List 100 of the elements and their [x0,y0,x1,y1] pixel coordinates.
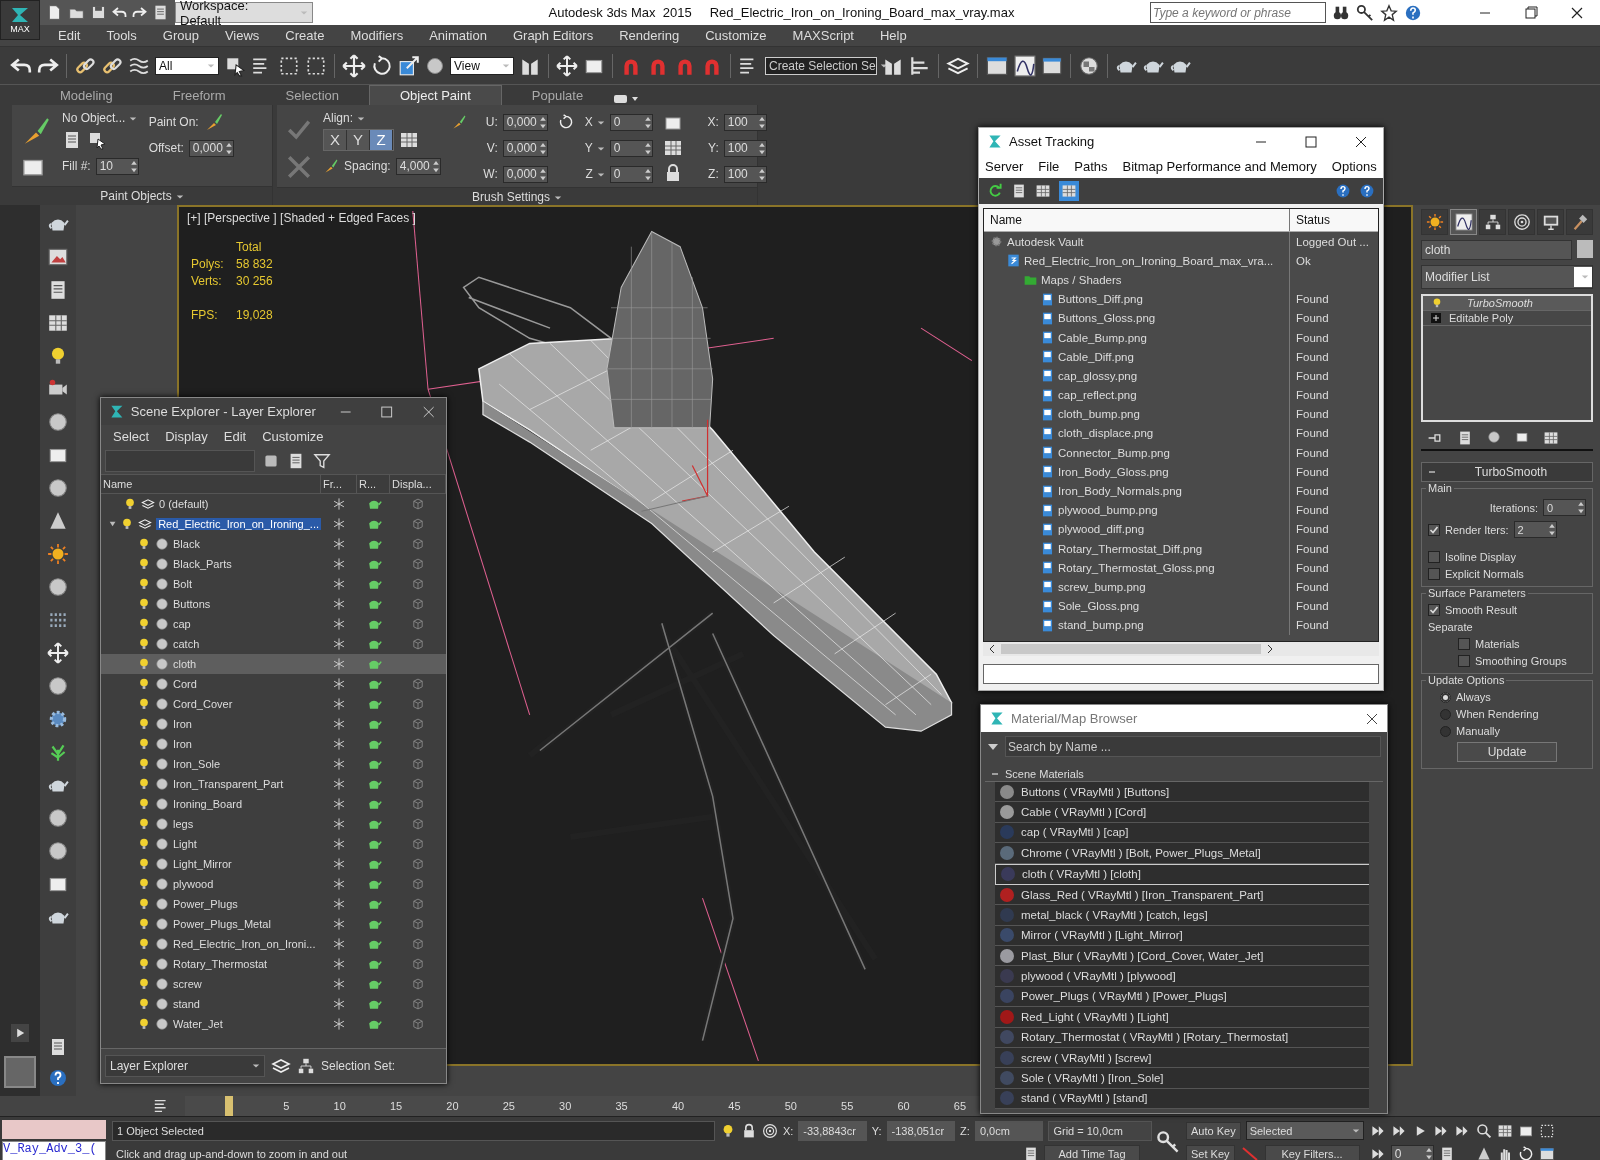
update-button[interactable]: Update [1457,742,1557,762]
menu-item[interactable]: Paths [1074,159,1108,174]
menu-item[interactable]: Views [211,28,273,43]
modifier-stack-item[interactable]: TurboSmooth [1423,296,1591,311]
asset-name[interactable]: Connector_Bump.png [1058,446,1170,459]
layer-name[interactable]: Red_Electric_Iron_on_Ironing_... [156,518,321,530]
axis-toggle[interactable]: X [324,130,347,150]
asset-name[interactable]: cap_reflect.png [1058,389,1137,402]
asset-name[interactable]: Iron_Body_Normals.png [1058,485,1182,498]
offset-spinner[interactable]: 0,000 [502,113,548,131]
ribbon-tab[interactable]: Freeform [142,86,256,105]
material-item[interactable]: Chrome ( VRayMtl ) [Bolt, Power_Plugs_Metal] [995,843,1369,864]
menu-item[interactable]: Bitmap Performance and Memory [1122,159,1317,174]
fill-count-spinner[interactable]: 10 [95,157,139,175]
reference-coordinate-dropdown[interactable]: View [450,56,514,75]
menu-item[interactable]: Group [149,28,212,43]
column-header[interactable]: Status [1296,213,1331,227]
coordinate-field[interactable]: 0,0cm [974,1120,1044,1141]
panel-title[interactable]: Paint Objects [12,186,272,205]
iterations-spinner[interactable]: 0 [1543,499,1586,516]
time-slider-track[interactable]: 5 10 15 20 25 30 35 40 45 50 55 60 65 [185,1096,980,1116]
material-item[interactable]: cap ( VRayMtl ) [cap] [995,822,1369,844]
object-row[interactable]: cloth [101,654,446,674]
material-item[interactable]: Plast_Blur ( VRayMtl ) [Cord_Cover, Water_Jet] [995,946,1369,967]
selection-filter-dropdown[interactable]: All [155,56,219,75]
set-key-button[interactable]: Set Key [1186,1144,1235,1160]
asset-name[interactable]: Buttons_Diff.png [1058,293,1143,306]
column-header[interactable]: Name [101,475,321,493]
search-field[interactable]: Type a keyword or phrase [1150,2,1326,23]
app-logo-button[interactable]: MAX [0,0,40,40]
column-header[interactable]: Name [990,213,1022,227]
axis-toggle[interactable]: Y [347,130,370,150]
asset-name[interactable]: Iron_Body_Gloss.png [1058,465,1169,478]
search-field[interactable]: Search by Name ... [1005,736,1381,757]
axis-dropdown[interactable]: Z [578,167,605,181]
menu-item[interactable]: Server [985,159,1024,174]
axis-dropdown[interactable]: X [578,115,605,129]
asset-name[interactable]: Sole_Gloss.png [1058,600,1140,613]
material-item[interactable]: Sole ( VRayMtl ) [Iron_Sole] [995,1068,1369,1089]
asset-name[interactable]: Cable_Bump.png [1058,331,1147,344]
asset-name[interactable]: Rotary_Thermostat_Gloss.png [1058,561,1215,574]
auto-key-button[interactable]: Auto Key [1186,1121,1241,1140]
material-item[interactable]: metal_black ( VRayMtl ) [catch, legs] [995,905,1369,926]
axis-toggle[interactable]: Z [370,130,393,150]
asset-name[interactable]: cloth_displace.png [1058,427,1154,440]
menu-item[interactable]: Edit [45,28,94,43]
menu-item[interactable]: Create [272,28,338,43]
modifier-list-dropdown[interactable]: Modifier List [1421,265,1593,289]
asset-name[interactable]: stand_bump.png [1058,619,1144,632]
material-item[interactable]: Mirror ( VRayMtl ) [Light_Mirror] [995,925,1369,946]
menu-item[interactable]: File [1038,159,1060,174]
rotation-spinner[interactable]: 0 [609,165,653,183]
column-header[interactable]: Displa... [390,475,446,493]
coordinate-field[interactable]: -138,051cr [886,1120,956,1141]
material-item[interactable]: Glass_Red ( VRayMtl ) [Iron_Transparent_Part] [995,884,1369,906]
group-header[interactable]: Scene Materials [1005,768,1084,780]
coordinate-field[interactable]: -33,8843cr [798,1120,867,1141]
menu-item[interactable]: Graph Editors [499,28,607,43]
modifier-stack-item[interactable]: Editable Poly [1423,311,1591,326]
asset-name[interactable]: Red_Electric_Iron_on_Ironing_Board_max_vra... [1024,254,1274,267]
menu-item[interactable]: Modifiers [337,28,417,43]
column-header[interactable]: R... [357,475,390,493]
material-item[interactable]: screw ( VRayMtl ) [screw] [995,1047,1369,1069]
asset-name[interactable]: plywood_diff.png [1058,523,1145,536]
asset-name[interactable]: Maps / Shaders [1041,273,1122,286]
workspace-dropdown[interactable]: Workspace: Default [175,2,313,23]
object-name-field[interactable]: cloth [1421,240,1572,260]
viewport-label[interactable]: [+] [Perspective ] [Shaded + Edged Faces ] [187,211,416,225]
ribbon-tab[interactable]: Populate [501,86,614,105]
asset-name[interactable]: Autodesk Vault [1007,235,1084,248]
scale-spinner[interactable]: 100 [723,139,767,157]
menu-item[interactable]: Customize [262,429,324,444]
axis-dropdown[interactable]: Y [578,141,605,155]
maxscript-output-field[interactable]: V_Ray_Adv_3_( [2,1141,106,1160]
offset-spinner[interactable]: 0,000 [188,139,234,157]
menu-item[interactable]: Animation [416,28,500,43]
explorer-dropdown[interactable]: Layer Explorer [105,1055,265,1077]
ribbon-tab[interactable]: Selection [255,86,369,105]
menu-item[interactable]: Help [867,28,920,43]
asset-name[interactable]: plywood_bump.png [1058,504,1158,517]
material-item[interactable]: Red_Light ( VRayMtl ) [Light] [995,1007,1369,1028]
scale-spinner[interactable]: 100 [723,113,767,131]
material-item[interactable]: Rotary_Thermostat ( VRayMtl ) [Rotary_Thermostat] [995,1027,1369,1048]
menu-item[interactable]: MAXScript [779,28,867,43]
add-time-tag-button[interactable]: Add Time Tag [1044,1144,1140,1160]
frame-spinner[interactable]: 0 [1390,1145,1434,1160]
menu-item[interactable]: Options [1331,159,1377,174]
asset-name[interactable]: cloth_bump.png [1058,408,1140,421]
menu-item[interactable]: Tools [93,28,150,43]
asset-name[interactable]: Rotary_Thermostat_Diff.png [1058,542,1203,555]
offset-spinner[interactable]: 0,000 [502,165,548,183]
material-item[interactable]: Cable ( VRayMtl ) [Cord] [995,802,1369,823]
spacing-spinner[interactable]: 4,000 [395,157,441,175]
rotation-spinner[interactable]: 0 [609,139,653,157]
asset-name[interactable]: Cable_Diff.png [1058,350,1134,363]
scale-spinner[interactable]: 100 [723,165,767,183]
rotation-spinner[interactable]: 0 [609,113,653,131]
column-header[interactable]: Fr... [321,475,357,493]
menu-item[interactable]: Rendering [606,28,693,43]
menu-item[interactable]: Edit [223,429,247,444]
